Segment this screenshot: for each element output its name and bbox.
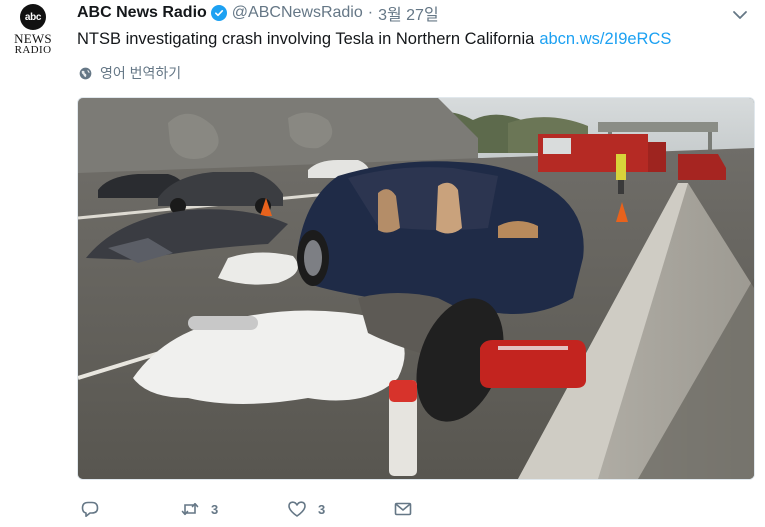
tweet-body: NTSB investigating crash involving Tesla… bbox=[77, 30, 535, 48]
like-button[interactable]: 3 bbox=[287, 499, 393, 519]
tweet-timestamp[interactable]: 3월 27일 bbox=[378, 1, 439, 25]
avatar-radio-word: RADIO bbox=[14, 44, 52, 56]
tweet-photo[interactable] bbox=[77, 97, 755, 480]
reply-icon bbox=[81, 501, 99, 517]
chevron-down-icon[interactable] bbox=[731, 8, 749, 22]
retweet-button[interactable]: 3 bbox=[180, 499, 287, 519]
globe-icon bbox=[79, 67, 92, 79]
tweet-text: NTSB investigating crash involving Tesla… bbox=[77, 30, 671, 49]
direct-message-button[interactable] bbox=[393, 499, 433, 519]
crash-photo-illustration bbox=[78, 98, 754, 479]
heart-icon bbox=[288, 501, 306, 517]
tweet-card[interactable]: abc NEWS RADIO ABC News Radio @ABCNewsRa… bbox=[0, 0, 765, 527]
retweet-count: 3 bbox=[211, 501, 219, 517]
tweet-header: ABC News Radio @ABCNewsRadio · 3월 27일 bbox=[77, 1, 439, 25]
tweet-actions: 3 3 bbox=[80, 497, 433, 521]
user-handle[interactable]: @ABCNewsRadio bbox=[232, 4, 363, 22]
avatar[interactable]: abc NEWS RADIO bbox=[8, 4, 58, 60]
translate-label: 영어 번역하기 bbox=[100, 65, 182, 81]
abc-logo-circle: abc bbox=[20, 4, 46, 30]
like-count: 3 bbox=[318, 501, 326, 517]
envelope-icon bbox=[394, 502, 412, 516]
verified-badge-icon bbox=[210, 5, 227, 21]
retweet-icon bbox=[181, 502, 199, 516]
display-name[interactable]: ABC News Radio bbox=[77, 4, 207, 22]
translate-tweet[interactable]: 영어 번역하기 bbox=[79, 64, 181, 82]
header-separator: · bbox=[367, 4, 374, 21]
reply-button[interactable] bbox=[80, 499, 180, 519]
tweet-link[interactable]: abcn.ws/2I9eRCS bbox=[539, 30, 671, 48]
